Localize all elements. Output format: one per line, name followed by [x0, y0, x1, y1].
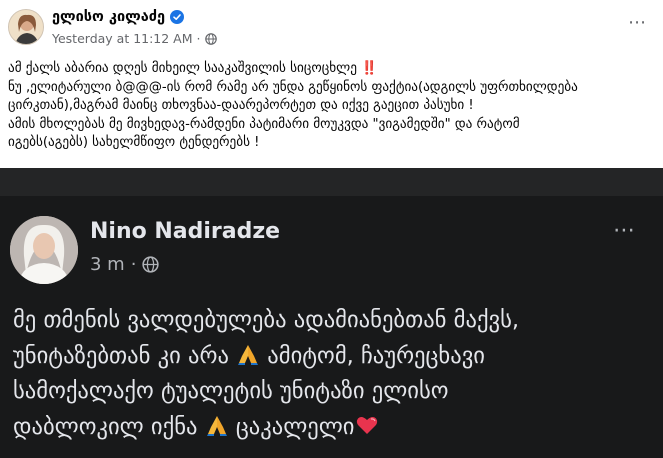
- shared-author-avatar-image: [10, 216, 78, 284]
- shared-screenshot-image[interactable]: Nino Nadiradze 3 m · ⋯ მე თმენის ვალდებუ…: [0, 168, 663, 458]
- praying-hands-icon: [238, 344, 259, 365]
- shared-meta-separator: ·: [130, 254, 137, 275]
- post-timestamp[interactable]: Yesterday at 11:12 AM: [52, 31, 193, 46]
- shared-post-text: მე თმენის ვალდებულება ადამიანებთან მაქვს…: [13, 303, 658, 445]
- globe-icon: [142, 256, 160, 273]
- author-name-row: ელისო კილაძე: [52, 9, 185, 25]
- more-options-icon: ⋯: [613, 218, 637, 243]
- author-name[interactable]: ელისო კილაძე: [52, 9, 165, 25]
- screenshot-top-band: [0, 168, 663, 196]
- post-text-line: ამის მხოლებას მე მივხედავ-რამდენი პატიმა…: [8, 116, 520, 132]
- post-text-line: იგებს(აგებს) სახელმწიფო ტენდერებს !: [8, 135, 260, 151]
- post-meta: Yesterday at 11:12 AM ·: [52, 31, 217, 46]
- meta-separator: ·: [196, 31, 201, 46]
- heart-icon: [356, 416, 377, 434]
- shared-post-time: 3 m: [90, 254, 125, 275]
- verified-badge-icon: [170, 10, 185, 24]
- double-exclamation-icon: ‼️: [361, 61, 377, 76]
- globe-icon[interactable]: [204, 32, 217, 45]
- shared-author-name: Nino Nadiradze: [90, 219, 281, 244]
- shared-text-line: სამოქალაქო ტუალეტის უნიტაზი ელისო: [13, 378, 449, 404]
- post-text-line: ამ ქალს აბარია დღეს მიხეილ სააკაშვილის ს…: [8, 61, 378, 76]
- shared-text-line: უნიტაზებთან კი არა ამიტომ, ჩაურეცხავი: [13, 342, 485, 369]
- post-text-line: ნუ ,ელიტარული ბ@@@-ის რომ რამე არ უნდა გ…: [8, 79, 578, 95]
- post-text-line: ცირკთან),მაგრამ მაინც თხოვნაა-დაარეპორტე…: [8, 98, 474, 114]
- more-options-icon[interactable]: ⋯: [628, 14, 647, 32]
- post-header: ელისო კილაძე Yesterday at 11:12 AM · ⋯: [0, 0, 663, 56]
- author-avatar-image: [9, 10, 43, 44]
- author-avatar[interactable]: [8, 9, 44, 45]
- post-text: ამ ქალს აბარია დღეს მიხეილ სააკაშვილის ს…: [8, 60, 656, 153]
- shared-text-line: დაბლოკილ იქნა ცაკალელი: [13, 410, 658, 446]
- praying-hands-icon: [206, 415, 227, 436]
- shared-author-avatar: [10, 216, 78, 284]
- shared-post-meta: 3 m ·: [90, 254, 160, 275]
- shared-text-line: მე თმენის ვალდებულება ადამიანებთან მაქვს…: [13, 307, 520, 333]
